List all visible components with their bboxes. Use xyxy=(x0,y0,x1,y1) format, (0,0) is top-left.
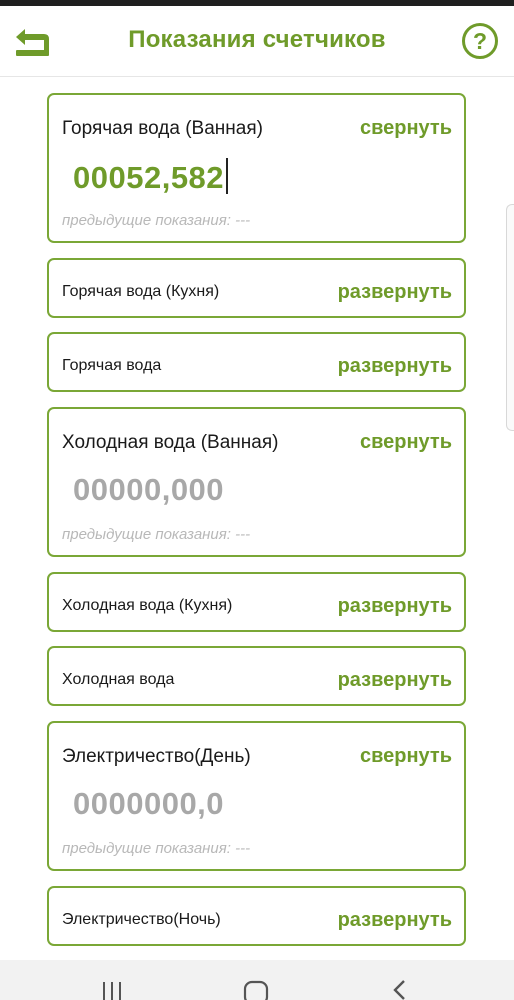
meter-label: Электричество(Ночь) xyxy=(62,911,221,928)
home-icon[interactable] xyxy=(243,978,269,1000)
meter-label: Холодная вода (Ванная) xyxy=(62,432,279,453)
meter-reading-input[interactable]: 00052,582 xyxy=(73,158,229,196)
previous-reading: предыдущие показания: --- xyxy=(62,526,251,543)
help-button[interactable]: ? xyxy=(461,22,499,60)
recent-apps-icon[interactable] xyxy=(100,978,124,1000)
system-navigation-bar xyxy=(0,960,514,1000)
edge-panel-handle[interactable] xyxy=(506,204,514,431)
meter-card-hot-water-bath: Горячая вода (Ванная) свернуть 00052,582… xyxy=(47,93,466,243)
expand-button[interactable]: развернуть xyxy=(338,281,452,304)
meter-label: Холодная вода (Кухня) xyxy=(62,597,233,614)
expand-button[interactable]: развернуть xyxy=(338,595,452,618)
text-cursor xyxy=(226,158,229,194)
meter-reading-value: 00052,582 xyxy=(73,160,225,195)
svg-text:?: ? xyxy=(473,28,487,54)
meter-card-hot-water[interactable]: Горячая вода развернуть xyxy=(47,332,466,392)
meter-label: Холодная вода xyxy=(62,671,175,688)
meter-card-electricity-day: Электричество(День) свернуть 0000000,0 п… xyxy=(47,721,466,871)
collapse-button[interactable]: свернуть xyxy=(360,431,452,454)
meter-card-hot-water-kitchen[interactable]: Горячая вода (Кухня) развернуть xyxy=(47,258,466,318)
meter-card-electricity-night[interactable]: Электричество(Ночь) развернуть xyxy=(47,886,466,946)
meters-list[interactable]: Горячая вода (Ванная) свернуть 00052,582… xyxy=(0,77,514,960)
collapse-button[interactable]: свернуть xyxy=(360,745,452,768)
expand-button[interactable]: развернуть xyxy=(338,669,452,692)
expand-button[interactable]: развернуть xyxy=(338,909,452,932)
meter-label: Горячая вода (Ванная) xyxy=(62,118,263,139)
meter-card-cold-water-kitchen[interactable]: Холодная вода (Кухня) развернуть xyxy=(47,572,466,632)
back-chevron-icon[interactable] xyxy=(390,978,408,1000)
meter-label: Горячая вода xyxy=(62,357,162,374)
previous-reading: предыдущие показания: --- xyxy=(62,212,251,229)
expand-button[interactable]: развернуть xyxy=(338,355,452,378)
previous-reading: предыдущие показания: --- xyxy=(62,840,251,857)
page-title: Показания счетчиков xyxy=(128,26,386,53)
meter-label: Электричество(День) xyxy=(62,746,251,767)
meter-card-cold-water[interactable]: Холодная вода развернуть xyxy=(47,646,466,706)
help-icon: ? xyxy=(462,23,498,59)
meter-reading-input[interactable]: 0000000,0 xyxy=(73,786,224,822)
meter-card-cold-water-bath: Холодная вода (Ванная) свернуть 00000,00… xyxy=(47,407,466,557)
meter-reading-input[interactable]: 00000,000 xyxy=(73,472,224,508)
meter-label: Горячая вода (Кухня) xyxy=(62,283,220,300)
collapse-button[interactable]: свернуть xyxy=(360,117,452,140)
app-header: Показания счетчиков ? xyxy=(0,6,514,77)
